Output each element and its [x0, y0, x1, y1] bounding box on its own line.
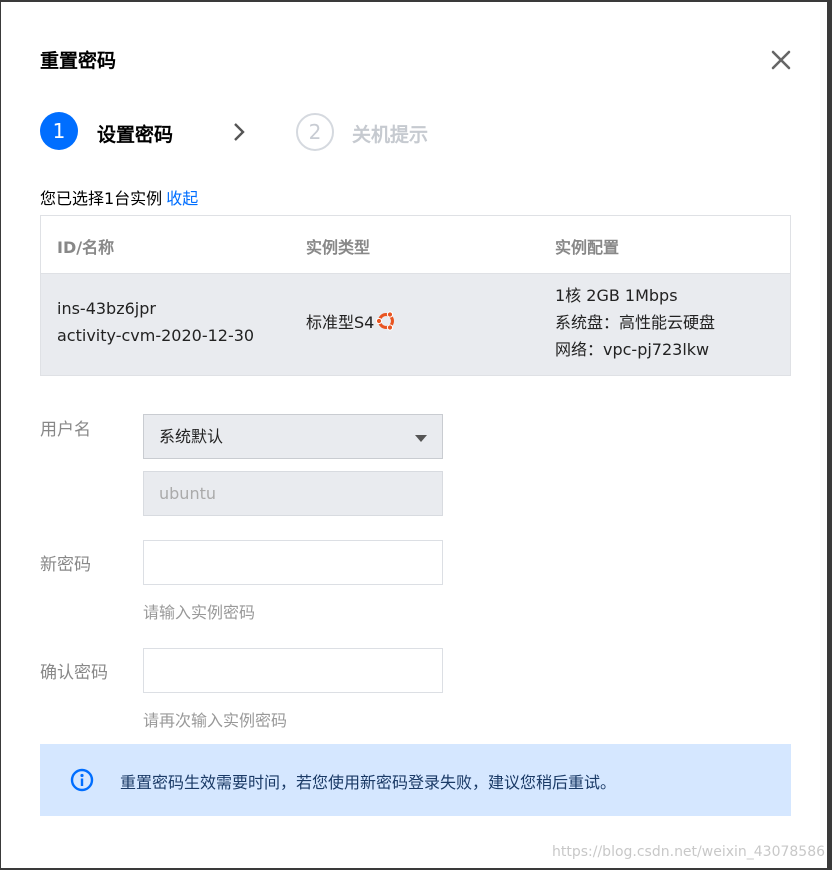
close-icon[interactable]: [767, 46, 795, 74]
instance-id: ins-43bz6jpr: [57, 299, 156, 318]
dialog-title: 重置密码: [40, 50, 117, 72]
instance-id-cell: ins-43bz6jpr activity-cvm-2020-12-30: [57, 295, 254, 349]
watermark: https://blog.csdn.net/weixin_43078586: [552, 844, 826, 860]
config-spec: 1核 2GB 1Mbps: [555, 286, 678, 305]
info-notice: 重置密码生效需要时间，若您使用新密码登录失败，建议您稍后重试。: [40, 744, 791, 816]
ubuntu-icon: [375, 311, 397, 339]
chevron-right-icon: [230, 120, 248, 144]
step-1-label: 设置密码: [97, 124, 174, 146]
confirm-password-label: 确认密码: [40, 663, 108, 683]
step-2-label: 关机提示: [352, 124, 429, 146]
header-id-name: ID/名称: [57, 238, 115, 257]
confirm-password-hint: 请再次输入实例密码: [143, 711, 288, 730]
config-disk: 系统盘：高性能云硬盘: [555, 313, 716, 332]
username-readonly-field: ubuntu: [143, 471, 443, 516]
header-instance-type: 实例类型: [306, 238, 371, 257]
table-header: ID/名称 实例类型 实例配置: [41, 216, 790, 274]
collapse-link[interactable]: 收起: [166, 189, 198, 208]
instance-name: activity-cvm-2020-12-30: [57, 326, 255, 345]
instance-type: 标准型S4: [306, 313, 375, 332]
username-label: 用户名: [40, 420, 91, 440]
reset-password-dialog: 重置密码 1 设置密码 2 关机提示 您已选择1台实例 收起 ID/名称 实例类型…: [1, 2, 827, 868]
config-network: 网络：vpc-pj723lkw: [555, 340, 710, 359]
instance-table: ID/名称 实例类型 实例配置 ins-43bz6jpr activity-cv…: [40, 215, 791, 376]
new-password-hint: 请输入实例密码: [143, 603, 256, 622]
new-password-input[interactable]: [143, 540, 443, 585]
step-1-number: 1: [40, 112, 78, 150]
chevron-down-icon: [415, 435, 427, 442]
selection-summary: 您已选择1台实例: [40, 189, 163, 208]
notice-text: 重置密码生效需要时间，若您使用新密码登录失败，建议您稍后重试。: [120, 773, 617, 792]
step-2-number: 2: [296, 113, 334, 151]
username-select[interactable]: 系统默认: [143, 414, 443, 459]
instance-type-cell: 标准型S4: [306, 309, 397, 339]
table-row: ins-43bz6jpr activity-cvm-2020-12-30 标准型…: [41, 274, 790, 375]
confirm-password-input[interactable]: [143, 648, 443, 693]
instance-config-cell: 1核 2GB 1Mbps 系统盘：高性能云硬盘 网络：vpc-pj723lkw: [555, 282, 715, 363]
new-password-label: 新密码: [40, 555, 91, 575]
username-select-value: 系统默认: [159, 427, 224, 446]
selection-summary-line: 您已选择1台实例 收起: [40, 185, 198, 209]
header-instance-config: 实例配置: [555, 238, 620, 257]
info-icon: [70, 768, 94, 792]
